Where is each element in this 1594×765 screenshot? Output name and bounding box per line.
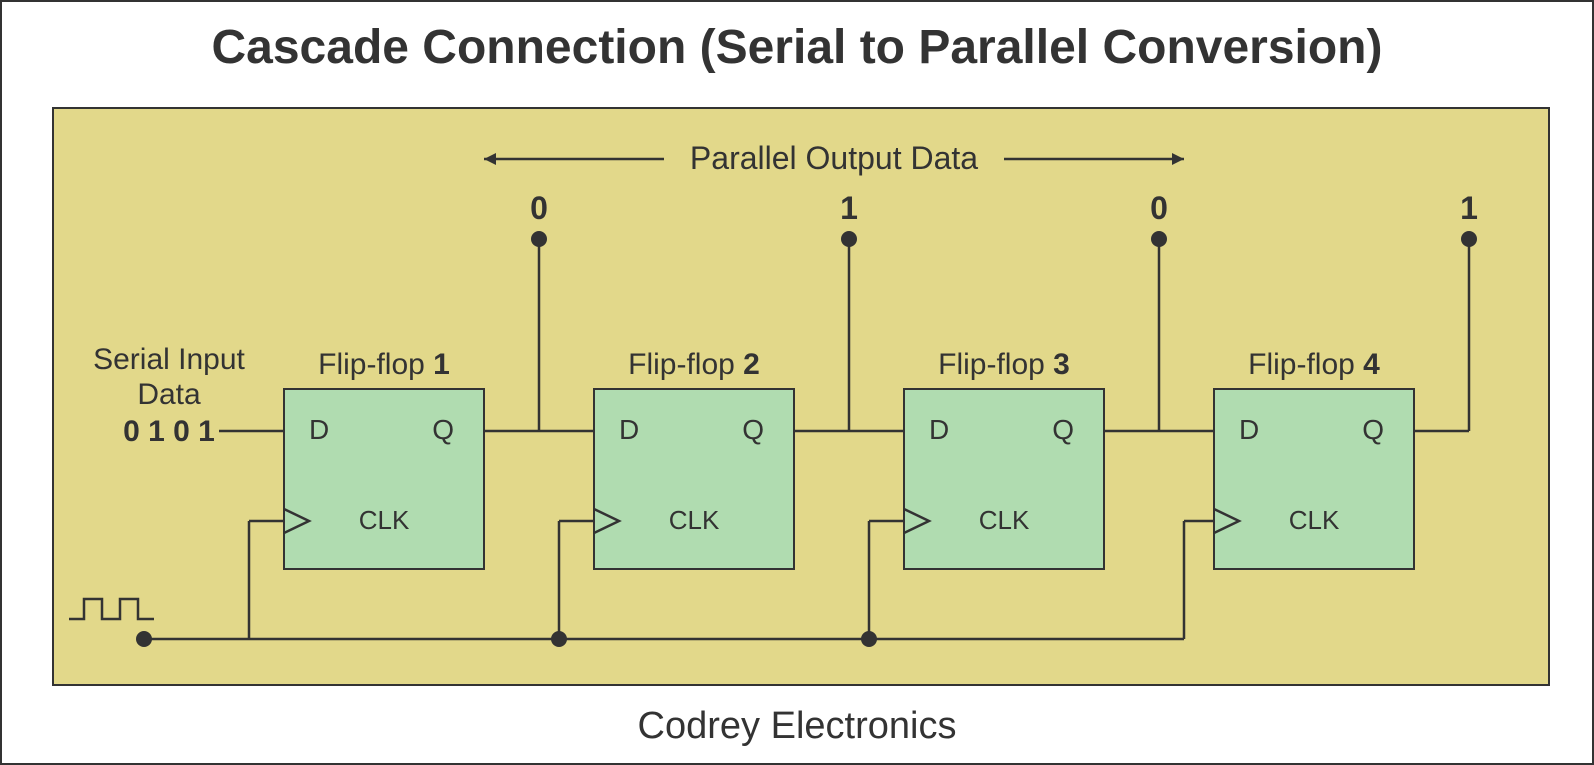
svg-text:Flip-flop 4: Flip-flop 4	[1248, 348, 1380, 381]
output-bit-2: 1	[840, 190, 858, 226]
ff2-d: D	[619, 414, 639, 445]
ff3-num: 3	[1053, 348, 1070, 381]
svg-text:Flip-flop 2: Flip-flop 2	[628, 348, 760, 381]
ff4-clk: CLK	[1289, 505, 1340, 535]
output-bit-4: 1	[1460, 190, 1478, 226]
ff1-q: Q	[432, 414, 454, 445]
svg-text:Flip-flop 1: Flip-flop 1	[318, 348, 450, 381]
diagram-canvas: Parallel Output Data Flip-flop 1 D Q CLK	[52, 107, 1550, 686]
flipflop-1: Flip-flop 1 D Q CLK	[284, 348, 484, 569]
ff1-d: D	[309, 414, 329, 445]
ff2-num: 2	[743, 348, 760, 381]
ff1-prefix: Flip-flop	[318, 348, 433, 381]
ff1-clk: CLK	[359, 505, 410, 535]
ff4-q: Q	[1362, 414, 1384, 445]
ff2-q: Q	[742, 414, 764, 445]
ff4-num: 4	[1363, 348, 1380, 381]
output-bit-3: 0	[1150, 190, 1168, 226]
diagram-frame: Cascade Connection (Serial to Parallel C…	[0, 0, 1594, 765]
flipflop-2: Flip-flop 2 D Q CLK	[594, 348, 794, 569]
output-bit-1: 0	[530, 190, 548, 226]
ff1-num: 1	[433, 348, 450, 381]
ff2-clk: CLK	[669, 505, 720, 535]
page-title: Cascade Connection (Serial to Parallel C…	[2, 20, 1592, 75]
ff4-prefix: Flip-flop	[1248, 348, 1363, 381]
serial-input-label-2: Data	[137, 378, 201, 411]
svg-text:Flip-flop 3: Flip-flop 3	[938, 348, 1070, 381]
ff2-prefix: Flip-flop	[628, 348, 743, 381]
flipflop-4: Flip-flop 4 D Q CLK	[1214, 348, 1414, 569]
serial-input-value: 0 1 0 1	[123, 415, 215, 448]
parallel-output-label: Parallel Output Data	[690, 140, 978, 176]
ff4-d: D	[1239, 414, 1259, 445]
ff3-clk: CLK	[979, 505, 1030, 535]
schematic-svg: Parallel Output Data Flip-flop 1 D Q CLK	[54, 109, 1548, 684]
flipflop-3: Flip-flop 3 D Q CLK	[904, 348, 1104, 569]
ff3-q: Q	[1052, 414, 1074, 445]
footer-label: Codrey Electronics	[2, 705, 1592, 748]
ff3-d: D	[929, 414, 949, 445]
serial-input-label-1: Serial Input	[93, 343, 245, 376]
ff3-prefix: Flip-flop	[938, 348, 1053, 381]
clock-icon	[69, 599, 154, 619]
